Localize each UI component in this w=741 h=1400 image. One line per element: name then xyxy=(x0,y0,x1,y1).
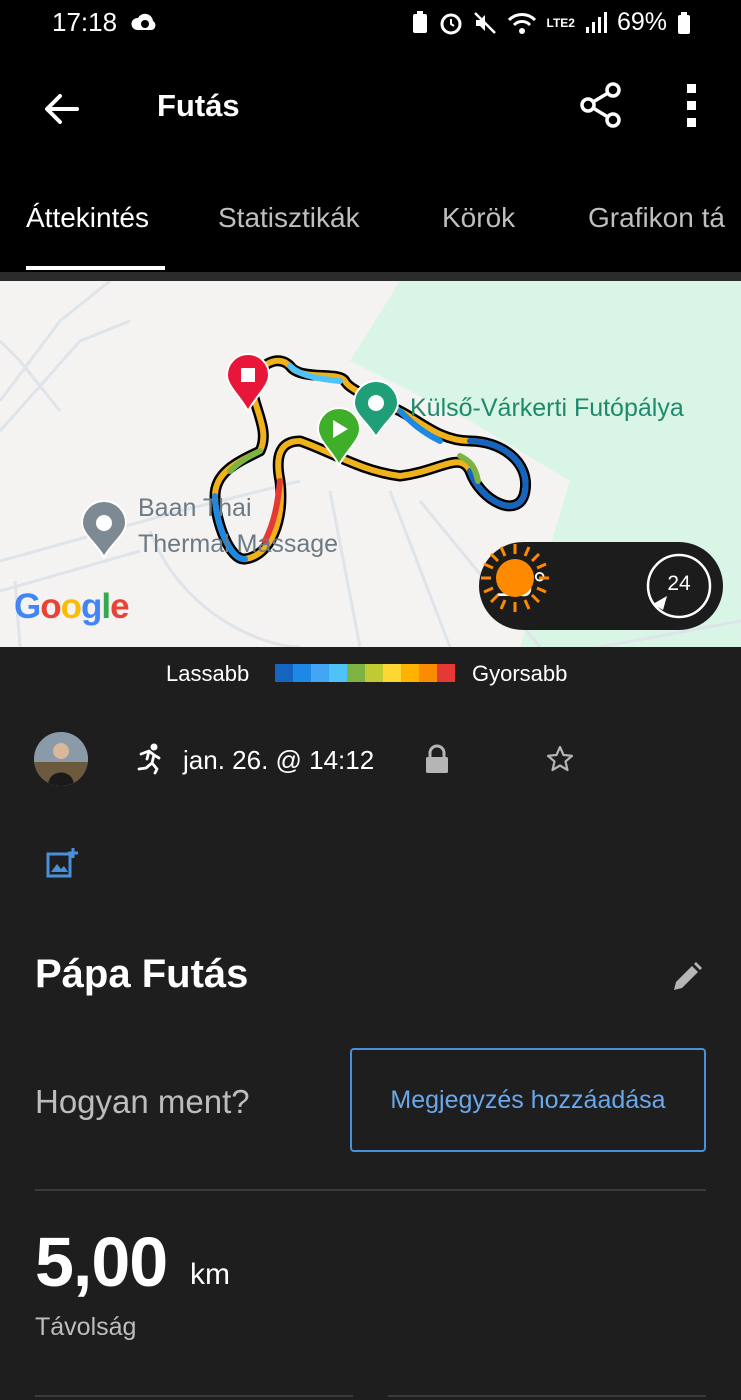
legend-fast-label: Gyorsabb xyxy=(472,661,568,686)
wifi-icon xyxy=(507,12,536,34)
share-button[interactable] xyxy=(574,78,628,132)
legend-segment-9 xyxy=(437,664,455,682)
add-photo-icon[interactable] xyxy=(44,846,80,882)
running-icon xyxy=(137,743,161,775)
distance-label: Távolság xyxy=(35,1313,137,1341)
battery-saver-icon xyxy=(412,10,427,33)
legend-segment-2 xyxy=(311,664,329,682)
legend-segment-1 xyxy=(293,664,311,682)
poi-sports-label[interactable]: Külső-Várkerti Futópálya xyxy=(410,394,684,423)
legend-segment-6 xyxy=(383,664,401,682)
edit-pencil-icon[interactable] xyxy=(670,960,704,994)
legend-segment-0 xyxy=(275,664,293,682)
wind-speed: 24 xyxy=(667,572,691,595)
tab-statistics[interactable]: Statisztikák xyxy=(218,202,360,234)
lock-icon[interactable] xyxy=(424,744,450,774)
share-icon xyxy=(580,82,621,128)
battery-icon xyxy=(678,11,690,34)
app-bar: Futás xyxy=(0,48,741,172)
avatar-photo xyxy=(34,732,88,786)
back-button[interactable] xyxy=(34,82,88,136)
legend-segment-4 xyxy=(347,664,365,682)
legend-color-bar xyxy=(275,664,455,682)
more-vert-icon xyxy=(687,84,696,127)
avatar[interactable] xyxy=(34,732,88,786)
stat-divider-left xyxy=(35,1395,353,1397)
tab-active-indicator xyxy=(26,266,165,270)
legend-slow-label: Lassabb xyxy=(166,661,250,686)
distance-value: 5,00 xyxy=(35,1223,168,1301)
legend-segment-5 xyxy=(365,664,383,682)
tab-bar: Áttekintés Statisztikák Körök Grafikon t… xyxy=(0,172,741,272)
tab-charts[interactable]: Grafikon tá xyxy=(588,202,725,234)
weather-badge[interactable]: 16° 24 xyxy=(479,542,723,630)
legend-segment-3 xyxy=(329,664,347,682)
tab-overview[interactable]: Áttekintés xyxy=(26,202,149,234)
activity-date: jan. 26. @ 14:12 xyxy=(183,745,375,775)
sun-icon xyxy=(481,544,549,612)
legend-segment-7 xyxy=(401,664,419,682)
wind-indicator: 24 xyxy=(645,552,713,620)
status-icons: LTE2 69% xyxy=(411,8,692,37)
distance-unit: km xyxy=(190,1258,230,1291)
status-time: 17:18 xyxy=(52,7,118,37)
stat-divider-right xyxy=(388,1395,706,1397)
poi-massage-label-line2[interactable]: Thermal Massage xyxy=(138,530,338,559)
route-map[interactable]: Külső-Várkerti Futópálya Baan Thai Therm… xyxy=(0,281,741,647)
status-bar: 17:18 LTE2 69% xyxy=(0,0,741,48)
speed-legend: Lassabb Gyorsabb xyxy=(0,647,741,701)
alarm-icon xyxy=(440,13,461,34)
google-logo: Google xyxy=(14,587,130,626)
battery-percent: 69% xyxy=(616,8,667,36)
poi-massage-label-line1[interactable]: Baan Thai xyxy=(138,494,252,523)
network-type: LTE2 xyxy=(546,15,575,30)
signal-icon xyxy=(585,11,607,33)
finish-marker[interactable] xyxy=(225,353,271,414)
add-note-button[interactable]: Megjegyzés hozzáadása xyxy=(350,1048,706,1152)
arrow-left-icon xyxy=(45,94,79,124)
poi-massage-pin[interactable] xyxy=(80,500,128,560)
legend-segment-8 xyxy=(419,664,437,682)
page-title: Futás xyxy=(157,88,240,123)
section-divider xyxy=(35,1189,706,1191)
more-options-button[interactable] xyxy=(668,78,716,132)
tab-laps[interactable]: Körök xyxy=(442,202,515,234)
cloud-sync-icon xyxy=(131,13,156,30)
tab-divider xyxy=(0,272,741,281)
activity-title: Pápa Futás xyxy=(35,952,249,996)
feel-prompt: Hogyan ment? xyxy=(35,1083,250,1120)
mute-icon xyxy=(473,11,496,34)
star-outline-icon[interactable] xyxy=(545,744,575,774)
